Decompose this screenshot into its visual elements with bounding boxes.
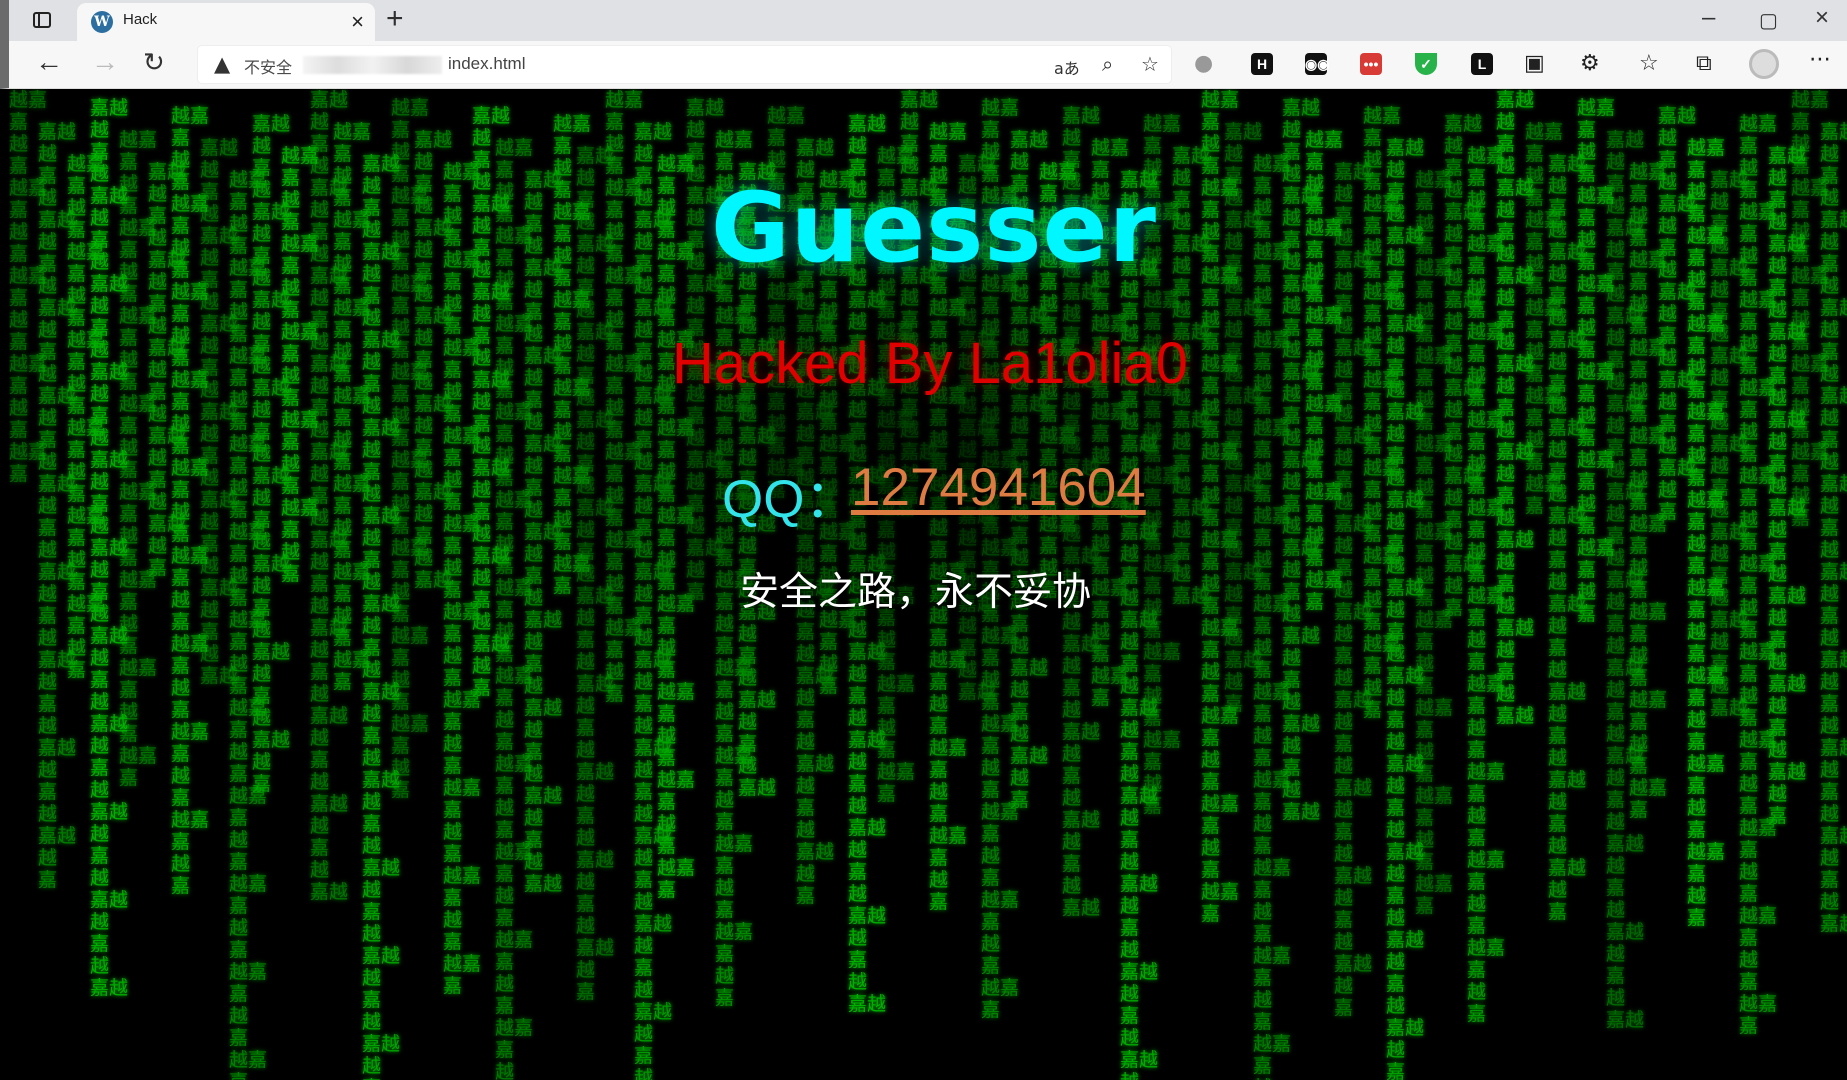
browser-tab[interactable]: W Hack ×: [77, 3, 375, 41]
browser-window: W Hack × + – ▢ × ← → ↻ ▲ 不安全 index.html …: [0, 0, 1847, 1080]
favorites-icon[interactable]: ☆: [1639, 51, 1659, 76]
hacked-by-text: Hacked By La1olia0: [672, 331, 1188, 396]
hack-page: 越嘉 嘉 越 嘉 越嘉 嘉 越 嘉 越嘉 嘉 越 嘉 越嘉 嘉 越 嘉 越嘉 嘉…: [9, 89, 1847, 1080]
url-text[interactable]: index.html: [448, 54, 525, 74]
tab-title: Hack: [123, 11, 158, 28]
extensions-icon[interactable]: ⚙: [1580, 51, 1600, 76]
tab-collections-icon[interactable]: ⧉: [1696, 51, 1712, 76]
record-icon[interactable]: ●: [1194, 51, 1213, 76]
redacted-url-prefix: [303, 56, 442, 74]
tab-actions-icon[interactable]: [31, 9, 53, 31]
address-bar[interactable]: ▲ 不安全 index.html aあ ⌕ ☆: [198, 46, 1171, 83]
extension-eyes-icon[interactable]: ◉◉: [1305, 53, 1329, 75]
profile-avatar[interactable]: [1749, 49, 1779, 79]
collections-icon[interactable]: ▣: [1524, 51, 1545, 76]
qq-number-link[interactable]: 1274941604: [851, 457, 1146, 518]
reload-button[interactable]: ↻: [143, 47, 165, 78]
motto-text: 安全之路，永不妥协: [740, 570, 1092, 615]
new-tab-button[interactable]: +: [386, 2, 404, 36]
qq-label: QQ：: [722, 470, 858, 529]
extension-h-icon[interactable]: H: [1251, 53, 1273, 75]
security-status: 不安全: [244, 58, 293, 77]
window-close-button[interactable]: ×: [1815, 4, 1829, 32]
translate-icon[interactable]: aあ: [1054, 55, 1080, 79]
back-button[interactable]: ←: [35, 46, 63, 78]
tab-bar: W Hack × + – ▢ ×: [0, 0, 1847, 41]
browser-toolbar: ← → ↻ ▲ 不安全 index.html aあ ⌕ ☆ ● H ◉◉ •••…: [0, 41, 1847, 89]
close-tab-icon[interactable]: ×: [351, 9, 364, 35]
shield-icon[interactable]: ✓: [1415, 53, 1437, 75]
extension-dots-icon[interactable]: •••: [1360, 53, 1382, 75]
zoom-icon[interactable]: ⌕: [1102, 52, 1113, 76]
minimize-button[interactable]: –: [1702, 4, 1715, 32]
wordpress-icon: W: [91, 11, 113, 33]
forward-button[interactable]: →: [91, 46, 119, 78]
restore-button[interactable]: ▢: [1759, 8, 1778, 33]
favorite-add-icon[interactable]: ☆: [1141, 52, 1159, 76]
page-title: Guesser: [711, 172, 1157, 284]
warning-icon: ▲: [214, 52, 231, 76]
extension-l-icon[interactable]: L: [1471, 53, 1493, 75]
more-menu-icon[interactable]: ⋯: [1809, 47, 1831, 72]
